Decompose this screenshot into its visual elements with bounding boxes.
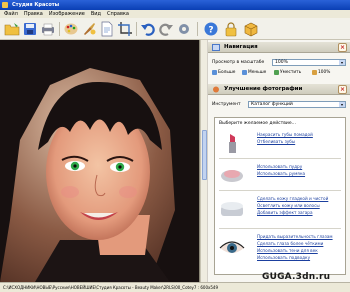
enhance-icon: [213, 86, 219, 93]
link-blush[interactable]: Использовать румяна: [257, 171, 305, 176]
catalog-title: Выберите желаемое действие...: [219, 121, 296, 126]
link-eyes-expressive[interactable]: Придать выразительность глазам: [257, 234, 333, 239]
palette-icon[interactable]: [63, 21, 79, 37]
svg-text:?: ?: [208, 26, 213, 36]
menu-view[interactable]: Вид: [91, 10, 101, 18]
zoom-out-icon: [242, 70, 247, 75]
tool-select[interactable]: Каталог функций ▾: [248, 101, 346, 108]
menu-image[interactable]: Изображение: [49, 10, 85, 18]
zoom-in-button[interactable]: Больше: [212, 70, 235, 75]
list-item: Использовать пудру Использовать румяна: [217, 160, 343, 190]
app-icon: [2, 2, 8, 8]
title-bar: Студия Красоты: [0, 0, 350, 10]
box-icon[interactable]: [243, 21, 259, 37]
lock-icon[interactable]: [223, 21, 239, 37]
tool-label: Инструмент: [212, 102, 241, 107]
powder-icon: [221, 170, 243, 182]
help-icon[interactable]: ?: [203, 21, 219, 37]
zoom-out-label: Меньше: [248, 70, 267, 75]
enhance-header[interactable]: Улучшение фотографии ×: [208, 84, 350, 95]
redo-icon[interactable]: [158, 21, 174, 37]
tool-value: Каталог функций: [251, 102, 293, 107]
actual-size-label: 100%: [318, 70, 331, 75]
chevron-down-icon: ▾: [339, 60, 345, 65]
zoom-label: Просмотр в масштабе: [212, 60, 265, 65]
close-icon[interactable]: ×: [338, 43, 347, 52]
link-smooth-skin[interactable]: Сделать кожу гладкой и чистой: [257, 196, 328, 201]
link-powder[interactable]: Использовать пудру: [257, 164, 302, 169]
lipstick-icon: [229, 134, 236, 153]
list-item: Придать выразительность глазам Сделать г…: [217, 230, 343, 270]
zoom-select[interactable]: 100% ▾: [272, 59, 346, 66]
zoom-out-button[interactable]: Меньше: [242, 70, 266, 75]
menu-help[interactable]: Справка: [107, 10, 129, 18]
link-tan[interactable]: Добавить эффект загара: [257, 210, 313, 215]
menu-bar: Файл Правка Изображение Вид Справка: [0, 10, 350, 18]
zoom-in-label: Больше: [218, 70, 236, 75]
print-icon[interactable]: [40, 21, 56, 37]
status-path: C:\ИСХОДНИКИ\НОВЫЕ\Русские\НОВЕЙШИЕ\Студ…: [3, 285, 218, 290]
menu-edit[interactable]: Правка: [24, 10, 43, 18]
fit-button[interactable]: Уместить: [274, 70, 301, 75]
link-teeth[interactable]: Отбеливать зубы: [257, 139, 295, 144]
photo-canvas[interactable]: [0, 40, 200, 282]
portrait-photo: [0, 40, 199, 282]
eye-icon: [219, 241, 245, 253]
navigation-header[interactable]: Навигация ×: [208, 42, 350, 53]
watermark: GUGA.3dn.ru: [262, 272, 331, 282]
undo-icon[interactable]: [140, 21, 156, 37]
status-bar: C:\ИСХОДНИКИ\НОВЫЕ\Русские\НОВЕЙШИЕ\Студ…: [0, 282, 350, 292]
link-lighten[interactable]: Осветлить кожу или волосы: [257, 203, 320, 208]
link-eyes-sharp[interactable]: Сделать глаза более чёткими: [257, 241, 323, 246]
list-item: Сделать кожу гладкой и чистой Осветлить …: [217, 192, 343, 226]
link-eyeliner[interactable]: Использовать подводку: [257, 255, 310, 260]
canvas-scrollbar[interactable]: [200, 40, 207, 282]
link-lipstick[interactable]: Накрасить губы помадой: [257, 132, 313, 137]
toolbar: ?: [0, 18, 350, 40]
list-item: Накрасить губы помадой Отбеливать зубы: [217, 128, 343, 158]
window-title: Студия Красоты: [12, 2, 60, 8]
actual-size-button[interactable]: 100%: [312, 70, 330, 75]
brush-icon[interactable]: [81, 21, 97, 37]
zoom-value: 100%: [275, 60, 288, 65]
enhance-title: Улучшение фотографии: [224, 86, 303, 92]
zoom-in-icon: [212, 70, 217, 75]
side-panel: Навигация × Просмотр в масштабе 100% ▾ Б…: [208, 40, 350, 282]
document-icon[interactable]: [99, 21, 115, 37]
link-eyeshadow[interactable]: Использовать тени для век: [257, 248, 318, 253]
open-folder-icon[interactable]: [4, 21, 20, 37]
save-icon[interactable]: [22, 21, 38, 37]
close-icon[interactable]: ×: [338, 85, 347, 94]
scrollbar-thumb[interactable]: [202, 130, 207, 180]
fit-label: Уместить: [280, 70, 302, 75]
cream-icon: [221, 202, 243, 216]
navigation-title: Навигация: [224, 44, 258, 50]
actual-size-icon: [312, 70, 317, 75]
chevron-down-icon: ▾: [339, 102, 345, 107]
fit-icon: [274, 70, 279, 75]
crop-icon[interactable]: [117, 21, 133, 37]
navigation-icon: [212, 44, 220, 51]
menu-file[interactable]: Файл: [4, 10, 18, 18]
function-catalog: Выберите желаемое действие... Накрасить …: [214, 117, 346, 275]
settings-icon[interactable]: [176, 21, 192, 37]
